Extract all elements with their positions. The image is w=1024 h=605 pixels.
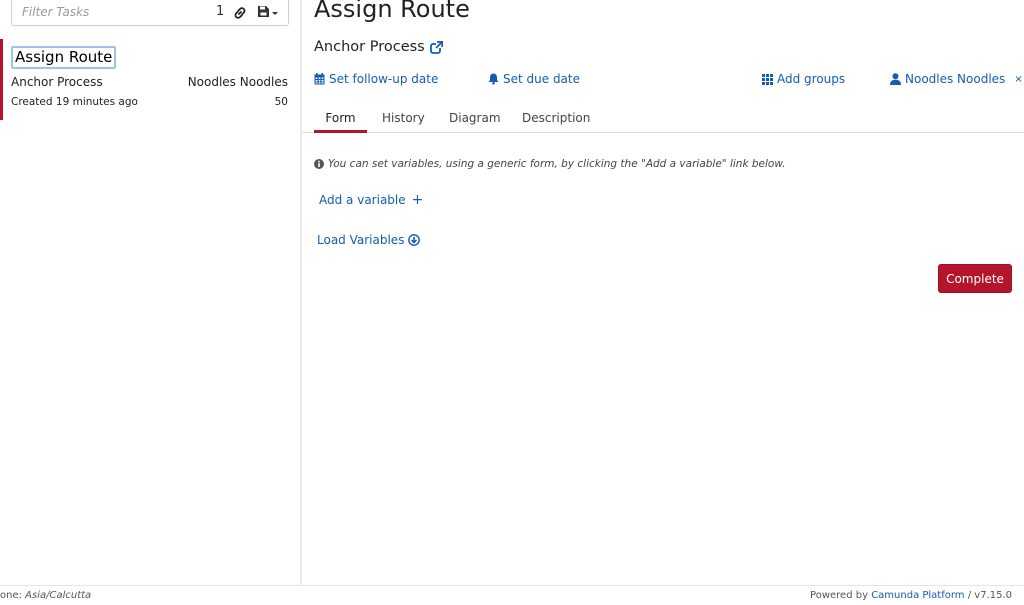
filter-count: 1 — [216, 4, 225, 19]
set-follow-up-date-label: Set follow-up date — [329, 72, 439, 86]
tab-description[interactable]: Description — [522, 111, 590, 125]
tab-diagram[interactable]: Diagram — [449, 111, 501, 125]
task-priority: 50 — [274, 96, 288, 108]
add-variable-label: Add a variable — [319, 193, 406, 207]
task-name[interactable]: Assign Route — [11, 46, 117, 69]
page-title: Assign Route — [314, 0, 470, 23]
link-icon[interactable] — [233, 6, 247, 20]
floppy-disk-icon[interactable] — [257, 5, 281, 19]
add-variable-link[interactable]: Add a variable + — [319, 193, 423, 207]
task-list-item[interactable]: Assign Route Anchor Process Noodles Nood… — [0, 39, 300, 120]
add-groups-label: Add groups — [777, 72, 846, 86]
load-variables-link[interactable]: Load Variables — [317, 233, 421, 247]
load-variables-label: Load Variables — [317, 233, 405, 247]
timezone-label: one: — [0, 590, 26, 601]
timezone-value: Asia/Calcutta — [25, 590, 92, 601]
external-link-icon[interactable] — [429, 40, 443, 54]
bell-icon — [488, 73, 499, 85]
footer: one: Asia/Calcutta Powered by Camunda Pl… — [0, 585, 1024, 605]
info-icon — [314, 159, 324, 169]
tab-form[interactable]: Form — [314, 111, 367, 133]
camunda-platform-link[interactable]: Camunda Platform — [871, 590, 964, 601]
set-due-date-label: Set due date — [503, 72, 580, 86]
assignee-name: Noodles Noodles — [905, 72, 1006, 86]
calendar-icon — [314, 73, 325, 85]
generic-form-hint-text: You can set variables, using a generic f… — [328, 158, 786, 170]
task-list-sidebar: 1 Assign Route Anchor Process Noodles No… — [0, 0, 302, 585]
tab-history[interactable]: History — [382, 111, 425, 125]
filter-tasks-input[interactable] — [12, 0, 202, 24]
task-created-time: Created 19 minutes ago — [11, 96, 138, 108]
generic-form-hint: You can set variables, using a generic f… — [314, 158, 786, 170]
task-tabs: Form History Diagram Description — [302, 104, 1024, 133]
user-icon — [890, 73, 901, 85]
set-follow-up-date-button[interactable]: Set follow-up date — [314, 72, 438, 86]
task-process-name: Anchor Process — [11, 75, 103, 89]
process-link[interactable]: Anchor Process — [314, 39, 443, 55]
set-due-date-button[interactable]: Set due date — [488, 72, 580, 86]
filter-bar: 1 — [11, 0, 289, 26]
powered-by: Powered by Camunda Platform / v7.15.0 — [810, 590, 1012, 601]
powered-by-label: Powered by — [810, 590, 872, 601]
plus-icon: + — [411, 192, 424, 208]
task-assignee: Noodles Noodles — [187, 75, 288, 89]
add-groups-button[interactable]: Add groups — [762, 72, 845, 86]
assignee-button[interactable]: Noodles Noodles × — [890, 72, 1023, 86]
remove-assignee-button[interactable]: × — [1014, 74, 1022, 85]
download-circle-icon — [408, 234, 421, 246]
grid-icon — [762, 73, 773, 85]
timezone-info: one: Asia/Calcutta — [0, 590, 91, 601]
version-label: / v7.15.0 — [964, 590, 1012, 601]
process-name: Anchor Process — [314, 39, 425, 55]
complete-button[interactable]: Complete — [938, 264, 1012, 293]
